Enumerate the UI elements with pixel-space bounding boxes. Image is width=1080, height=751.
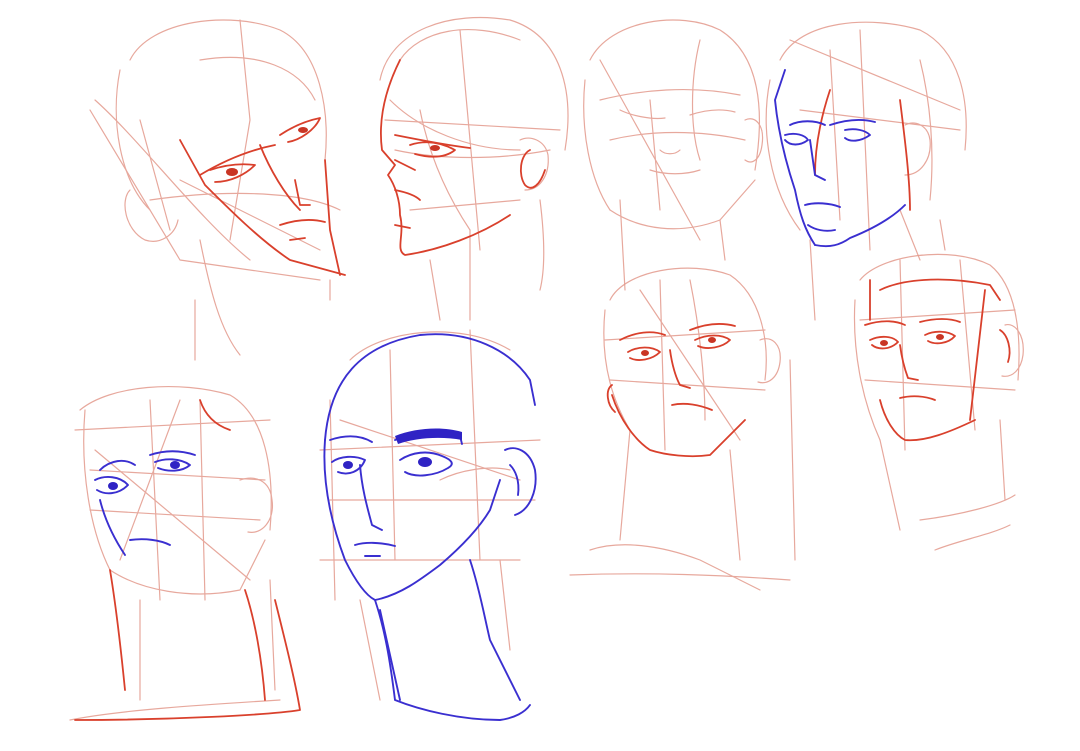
paper-background — [0, 0, 1080, 751]
sketch-sheet — [0, 0, 1080, 751]
